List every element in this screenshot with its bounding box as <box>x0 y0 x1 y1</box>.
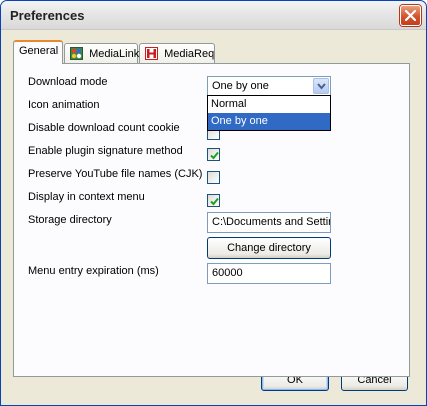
preferences-window: Preferences General MediaLink MediaReq D… <box>0 0 427 406</box>
close-button[interactable] <box>400 5 421 26</box>
window-title: Preferences <box>10 8 85 23</box>
dropdown-option-one-by-one[interactable]: One by one <box>208 113 330 130</box>
checkmark-icon <box>210 197 219 206</box>
context-menu-label: Display in context menu <box>28 191 145 203</box>
storage-directory-label: Storage directory <box>28 214 112 226</box>
menu-expiration-label: Menu entry expiration (ms) <box>28 265 159 277</box>
mediareq-icon <box>145 47 158 63</box>
tab-general-label: General <box>19 45 59 57</box>
chevron-down-icon <box>317 83 326 90</box>
close-icon <box>405 10 416 21</box>
tab-mediareq[interactable]: MediaReq <box>139 43 215 63</box>
dropdown-arrow-button[interactable] <box>313 78 329 94</box>
tab-strip: General MediaLink MediaReq <box>13 40 413 64</box>
medialink-icon <box>70 47 83 63</box>
download-mode-dropdown: Normal One by one <box>207 95 331 131</box>
title-bar[interactable]: Preferences <box>1 1 426 30</box>
youtube-names-label: Preserve YouTube file names (CJK) <box>28 168 203 180</box>
download-mode-value: One by one <box>212 80 269 92</box>
storage-directory-field[interactable]: C:\Documents and Settir <box>207 212 331 233</box>
plugin-signature-label: Enable plugin signature method <box>28 145 183 157</box>
tab-mediareq-label: MediaReq <box>164 48 215 60</box>
context-menu-checkbox[interactable] <box>207 194 220 207</box>
menu-expiration-field[interactable]: 60000 <box>207 263 331 284</box>
dialog-body: General MediaLink MediaReq Download mode… <box>4 31 423 403</box>
tab-medialink-label: MediaLink <box>89 48 140 60</box>
checkmark-icon <box>210 151 219 160</box>
plugin-signature-checkbox[interactable] <box>207 148 220 161</box>
tab-general[interactable]: General <box>13 40 63 64</box>
youtube-names-checkbox[interactable] <box>207 171 220 184</box>
icon-animation-label: Icon animation <box>28 99 100 111</box>
download-mode-label: Download mode <box>28 76 108 88</box>
disable-count-cookie-label: Disable download count cookie <box>28 122 180 134</box>
tab-medialink[interactable]: MediaLink <box>64 43 140 63</box>
general-panel: Download mode One by one Normal One by o… <box>13 63 410 377</box>
dropdown-option-normal[interactable]: Normal <box>208 96 330 113</box>
download-mode-select[interactable]: One by one <box>207 76 331 96</box>
change-directory-button[interactable]: Change directory <box>207 237 331 259</box>
